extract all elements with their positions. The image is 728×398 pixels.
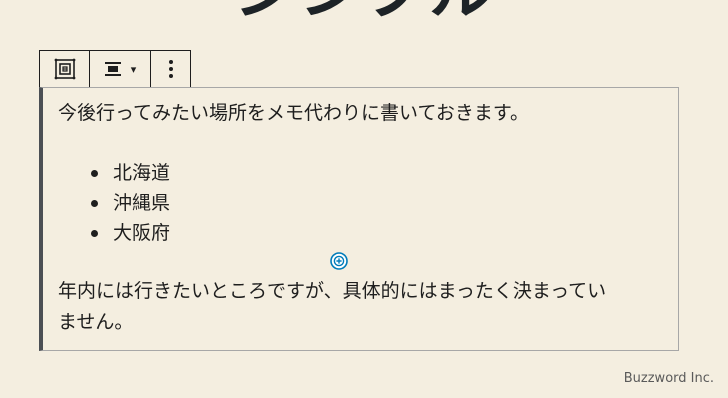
paragraph-line: ません。 — [58, 311, 134, 333]
block-switcher-group — [40, 51, 90, 87]
block-transform-icon — [54, 58, 75, 80]
alignment-group: ▾ — [90, 51, 151, 87]
list-item[interactable]: 沖縄県 — [58, 188, 170, 218]
list-item-text: 沖縄県 — [113, 192, 171, 214]
editor-canvas: シンプル ▾ — [0, 0, 728, 398]
align-center-icon — [104, 62, 121, 76]
chevron-down-icon: ▾ — [130, 62, 137, 76]
bullet-icon — [91, 170, 98, 177]
paragraph-line: 年内には行きたいところですが、具体的にはまったく決まってい — [58, 280, 607, 302]
selected-block[interactable]: 今後行ってみたい場所をメモ代わりに書いておきます。 北海道 沖縄県 大阪府 年内… — [39, 87, 679, 351]
credit-watermark: Buzzword Inc. — [623, 371, 714, 386]
bullet-icon — [91, 230, 98, 237]
list-item[interactable]: 北海道 — [58, 158, 170, 188]
more-options-button[interactable] — [151, 51, 190, 87]
paragraph-block[interactable]: 年内には行きたいところですが、具体的にはまったく決まってい ません。 — [58, 276, 673, 338]
paragraph-block[interactable]: 今後行ってみたい場所をメモ代わりに書いておきます。 — [58, 98, 529, 128]
block-toolbar: ▾ — [39, 50, 191, 87]
block-inserter-button[interactable] — [330, 252, 348, 270]
bullet-icon — [91, 200, 98, 207]
post-title[interactable]: シンプル — [0, 0, 728, 28]
list-item-text: 大阪府 — [113, 222, 171, 244]
align-dropdown-button[interactable]: ▾ — [90, 51, 150, 87]
more-options-icon — [168, 60, 173, 78]
more-group — [151, 51, 190, 87]
list-item[interactable]: 大阪府 — [58, 218, 170, 248]
list-item-text: 北海道 — [113, 162, 171, 184]
block-transform-button[interactable] — [40, 51, 89, 87]
add-block-icon — [330, 252, 348, 270]
list-block[interactable]: 北海道 沖縄県 大阪府 — [58, 158, 170, 248]
